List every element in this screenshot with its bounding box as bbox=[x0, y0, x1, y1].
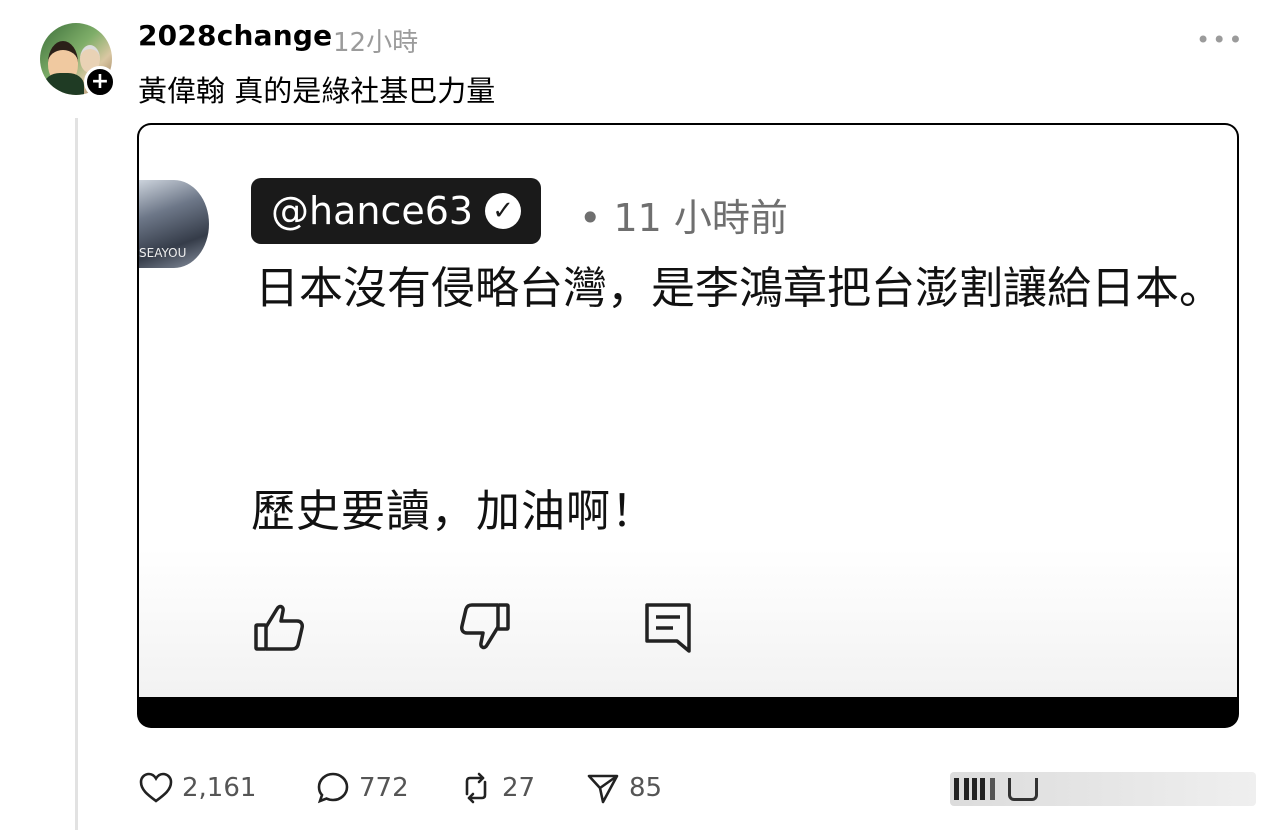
share-count: 85 bbox=[629, 773, 663, 803]
more-options-icon[interactable]: ••• bbox=[1196, 26, 1242, 54]
like-count: 2,161 bbox=[182, 773, 257, 803]
comment-button[interactable]: 772 bbox=[315, 768, 409, 808]
like-button[interactable]: 2,161 bbox=[138, 768, 256, 808]
thumbs-up-icon bbox=[251, 599, 307, 655]
repost-count: 27 bbox=[502, 773, 536, 803]
thumbs-down-icon bbox=[457, 599, 513, 655]
quoted-comment: SEAYOU @hance63 ✓ • 11 小時前 日本沒有侵略台灣，是李鴻章… bbox=[139, 125, 1237, 697]
send-icon bbox=[587, 774, 619, 804]
repost-icon bbox=[465, 772, 487, 804]
post-timestamp: 12小時 bbox=[333, 28, 419, 58]
speech-bubble-icon bbox=[317, 772, 349, 804]
quoted-handle-pill: @hance63 ✓ bbox=[251, 178, 542, 244]
watermark-image bbox=[950, 772, 1256, 806]
quoted-avatar: SEAYOU bbox=[139, 180, 209, 268]
verified-check-icon: ✓ bbox=[485, 193, 522, 229]
comment-icon bbox=[641, 599, 697, 655]
comment-count: 772 bbox=[359, 773, 409, 803]
share-button[interactable]: 85 bbox=[585, 768, 662, 808]
follow-plus-icon[interactable]: + bbox=[84, 66, 116, 98]
avatar-body bbox=[44, 73, 84, 95]
repost-button[interactable]: 27 bbox=[458, 768, 535, 808]
author-username[interactable]: 2028change bbox=[138, 19, 332, 52]
quoted-time: • 11 小時前 bbox=[579, 196, 788, 240]
heart-icon bbox=[139, 772, 173, 803]
attached-screenshot-card[interactable]: SEAYOU @hance63 ✓ • 11 小時前 日本沒有侵略台灣，是李鴻章… bbox=[137, 123, 1239, 728]
quoted-text: 日本沒有侵略台灣，是李鴻章把台澎割讓給日本。 bbox=[255, 263, 1223, 314]
thread-line bbox=[75, 118, 78, 830]
quoted-text-second: 歷史要讀，加油啊！ bbox=[251, 486, 656, 537]
post-caption: 黃偉翰 真的是綠社基巴力量 bbox=[138, 74, 496, 108]
quoted-handle: @hance63 bbox=[271, 189, 474, 233]
